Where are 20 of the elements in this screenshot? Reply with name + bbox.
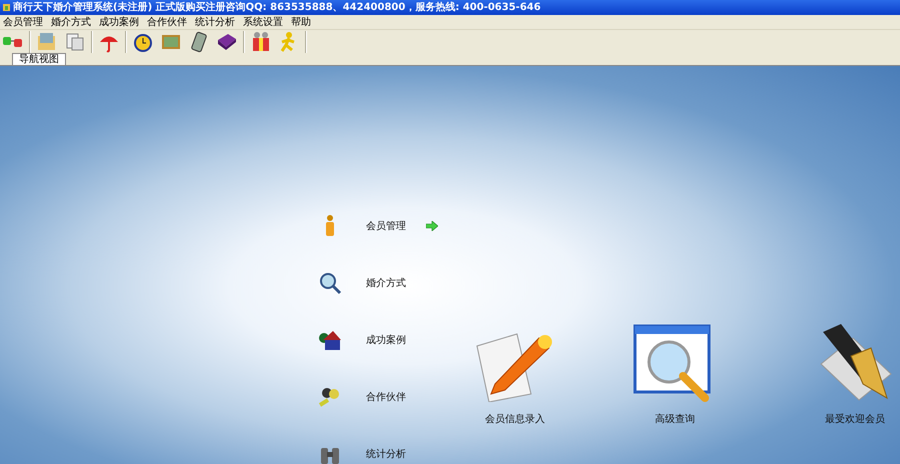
view-tab[interactable]: 导航视图 bbox=[12, 53, 66, 65]
menu-item[interactable]: 会员管理 bbox=[3, 15, 43, 29]
tile-label[interactable]: 高级查询 bbox=[655, 412, 695, 426]
menu-item[interactable]: 婚介方式 bbox=[51, 15, 91, 29]
window-title: 商行天下婚介管理系统(未注册) 正式版购买注册咨询QQ: 863535888、442400800，服务热线: 400-0635-646 bbox=[13, 0, 541, 15]
menu-item[interactable]: 统计分析 bbox=[195, 15, 235, 29]
menu-item[interactable]: 成功案例 bbox=[99, 15, 139, 29]
nav-house-icon[interactable] bbox=[318, 328, 342, 352]
nav-item[interactable]: 成功案例 bbox=[366, 333, 406, 347]
menu-item[interactable]: 帮助 bbox=[291, 15, 311, 29]
tile-label[interactable]: 最受欢迎会员 bbox=[825, 412, 885, 426]
nav-item[interactable]: 婚介方式 bbox=[366, 276, 406, 290]
nav-item[interactable]: 统计分析 bbox=[366, 447, 406, 461]
menu-item[interactable]: 合作伙伴 bbox=[147, 15, 187, 29]
nav-item[interactable]: 合作伙伴 bbox=[366, 390, 406, 404]
nav-item[interactable]: 会员管理 bbox=[366, 219, 406, 233]
menu-item[interactable]: 系统设置 bbox=[243, 15, 283, 29]
app-icon bbox=[2, 3, 11, 12]
tile-label[interactable]: 会员信息录入 bbox=[485, 412, 545, 426]
nav-search-icon[interactable] bbox=[318, 271, 342, 295]
